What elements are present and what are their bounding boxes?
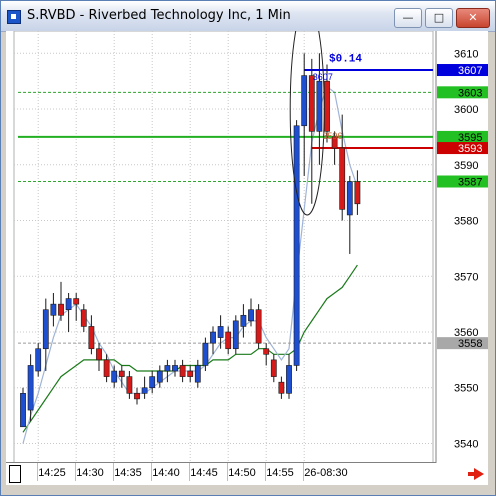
candle-body xyxy=(179,365,186,377)
spread-label: $0.14 xyxy=(329,54,362,66)
y-tick-label: 3540 xyxy=(454,438,478,450)
candle-body xyxy=(270,359,277,377)
candle-body xyxy=(96,348,102,361)
candle-body xyxy=(225,331,232,350)
candle-body xyxy=(141,387,148,394)
candle-body xyxy=(248,309,254,322)
y-tick-label: 3610 xyxy=(454,48,478,60)
chart-window: S.RVBD - Riverbed Technology Inc, 1 Min … xyxy=(0,0,496,496)
candle-body xyxy=(187,370,194,377)
candle-body xyxy=(164,365,171,372)
candle-body xyxy=(346,181,353,216)
price-level-badge-label: 3603 xyxy=(458,87,482,99)
candle-body xyxy=(202,342,209,366)
plot-frame xyxy=(13,31,434,463)
candle-body xyxy=(42,309,49,350)
x-tick-label: 14:35 xyxy=(114,467,142,479)
x-tick-mark xyxy=(113,463,115,481)
candle-body xyxy=(35,348,42,372)
x-tick-label: 14:50 xyxy=(228,467,256,479)
candle-body xyxy=(103,359,110,377)
candle-body xyxy=(324,80,330,132)
app-icon xyxy=(7,10,21,24)
candle-body xyxy=(27,365,34,411)
candle-body xyxy=(210,331,216,344)
minimize-button[interactable]: — xyxy=(394,8,422,28)
y-tick-label: 3550 xyxy=(454,383,478,395)
x-tick-label: 26-08:30 xyxy=(304,467,348,479)
candle-body xyxy=(240,314,247,327)
x-tick-label: 14:30 xyxy=(76,467,104,479)
x-tick-label: 14:55 xyxy=(266,467,294,479)
price-level-badge-label: 3587 xyxy=(458,177,482,189)
horizontal-scrollbar[interactable]: 14:25 14:30 14:35 14:40 14:45 14:50 14:55 26-08… xyxy=(6,463,488,485)
candle-body xyxy=(339,147,346,210)
candle-body xyxy=(232,320,239,350)
y-tick-label: 3580 xyxy=(454,216,478,228)
candle-body xyxy=(286,365,292,394)
candle-body xyxy=(20,393,26,428)
candle-body xyxy=(308,75,315,132)
candlestick-chart[interactable]: 3540355035603570358035903600361036073596… xyxy=(6,31,488,463)
x-tick-mark xyxy=(227,463,229,481)
y-tick-label: 3590 xyxy=(454,160,478,172)
candle-body xyxy=(73,298,80,305)
candle-body xyxy=(88,326,95,350)
scroll-right-arrow-icon[interactable] xyxy=(468,468,484,480)
title-bar[interactable]: S.RVBD - Riverbed Technology Inc, 1 Min … xyxy=(1,1,495,32)
candle-body xyxy=(111,370,118,383)
chart-area[interactable]: 3540 3550 3560 3570 3580 3590 3600 3610 3607 3596… xyxy=(6,31,488,485)
candle-body xyxy=(217,326,224,338)
candle-body xyxy=(149,376,156,389)
candle-body xyxy=(278,381,285,394)
x-tick-label: 14:25 xyxy=(38,467,66,479)
maximize-button[interactable]: □ xyxy=(425,8,453,28)
price-level-badge-label: 3593 xyxy=(458,143,482,155)
x-tick-mark xyxy=(189,463,191,481)
scroll-thumb[interactable] xyxy=(9,465,21,483)
x-tick-mark xyxy=(151,463,153,481)
candle-body xyxy=(58,303,64,316)
x-tick-label: 14:45 xyxy=(190,467,218,479)
candle-body xyxy=(134,393,140,400)
close-button[interactable]: ✕ xyxy=(456,8,490,28)
level-inline-label: 3596 xyxy=(322,131,342,141)
candle-body xyxy=(293,125,300,366)
candle-body xyxy=(194,365,201,383)
candle-body xyxy=(126,376,133,394)
x-tick-mark xyxy=(75,463,77,481)
price-level-badge-label: 3558 xyxy=(458,338,482,350)
price-level-badge-label: 3607 xyxy=(458,65,482,77)
candle-body xyxy=(80,309,87,327)
candle-body xyxy=(156,370,163,383)
y-tick-label: 3600 xyxy=(454,104,478,116)
candle-body xyxy=(65,298,72,311)
candle-body xyxy=(263,348,270,355)
candle-body xyxy=(172,365,178,372)
candle-body xyxy=(301,75,308,127)
candle-body xyxy=(316,80,323,132)
x-tick-mark xyxy=(303,463,305,481)
x-tick-mark xyxy=(37,463,39,481)
candle-body xyxy=(354,181,361,205)
x-tick-label: 14:40 xyxy=(152,467,180,479)
y-tick-label: 3570 xyxy=(454,271,478,283)
level-inline-label: 3607 xyxy=(313,72,333,82)
candle-body xyxy=(255,309,262,344)
candle-body xyxy=(50,303,57,316)
window-title: S.RVBD - Riverbed Technology Inc, 1 Min xyxy=(27,8,291,23)
candle-body xyxy=(118,370,125,377)
x-tick-mark xyxy=(265,463,267,481)
